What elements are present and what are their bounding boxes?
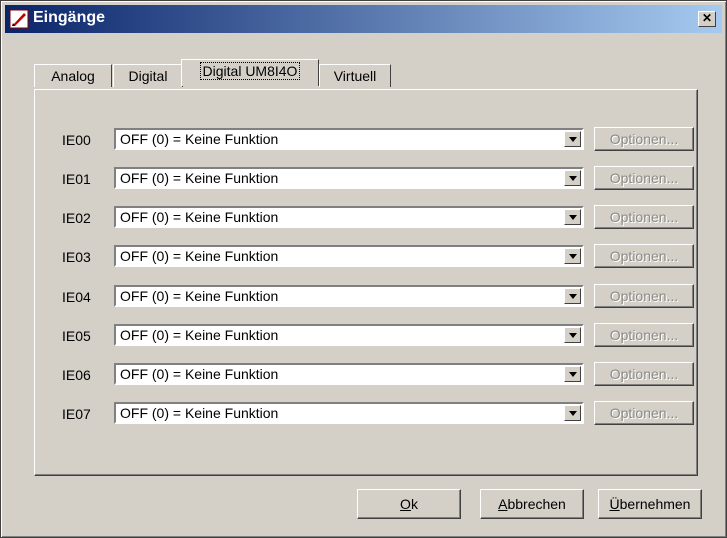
- app-icon: [9, 9, 29, 29]
- window-title: Eingänge: [33, 9, 106, 26]
- input-label-ie01: IE01: [62, 171, 91, 187]
- function-select-ie00[interactable]: OFF (0) = Keine Funktion: [114, 128, 584, 150]
- input-label-ie05: IE05: [62, 328, 91, 344]
- input-label-ie06: IE06: [62, 367, 91, 383]
- chevron-down-icon[interactable]: [564, 327, 581, 343]
- options-button-ie03[interactable]: Optionen...: [594, 244, 694, 268]
- tab-label: Digital UM8I4O: [199, 62, 301, 80]
- tab-digital[interactable]: Digital: [113, 64, 183, 87]
- button-label: bbrechen: [507, 496, 566, 512]
- function-select-ie04[interactable]: OFF (0) = Keine Funktion: [114, 285, 584, 307]
- chevron-down-icon[interactable]: [564, 170, 581, 186]
- chevron-down-icon[interactable]: [564, 248, 581, 264]
- function-select-ie05[interactable]: OFF (0) = Keine Funktion: [114, 324, 584, 346]
- input-label-ie04: IE04: [62, 289, 91, 305]
- options-button-ie06[interactable]: Optionen...: [594, 362, 694, 386]
- chevron-down-icon[interactable]: [564, 366, 581, 382]
- tab-label: Digital: [128, 68, 168, 84]
- chevron-down-icon[interactable]: [564, 209, 581, 225]
- select-value: OFF (0) = Keine Funktion: [120, 405, 279, 421]
- function-select-ie02[interactable]: OFF (0) = Keine Funktion: [114, 206, 584, 228]
- close-button[interactable]: ✕: [698, 11, 716, 27]
- options-button-ie02[interactable]: Optionen...: [594, 205, 694, 229]
- tab-digital-um8i4o[interactable]: Digital UM8I4O: [181, 59, 319, 86]
- function-select-ie06[interactable]: OFF (0) = Keine Funktion: [114, 363, 584, 385]
- options-button-ie07[interactable]: Optionen...: [594, 401, 694, 425]
- ok-button[interactable]: Ok: [357, 489, 461, 519]
- options-button-ie05[interactable]: Optionen...: [594, 323, 694, 347]
- options-button-ie01[interactable]: Optionen...: [594, 166, 694, 190]
- select-value: OFF (0) = Keine Funktion: [120, 209, 279, 225]
- input-label-ie07: IE07: [62, 406, 91, 422]
- chevron-down-icon[interactable]: [564, 131, 581, 147]
- mnemonic: Ü: [609, 496, 620, 512]
- select-value: OFF (0) = Keine Funktion: [120, 366, 279, 382]
- input-label-ie03: IE03: [62, 249, 91, 265]
- select-value: OFF (0) = Keine Funktion: [120, 170, 279, 186]
- button-label: bernehmen: [619, 496, 691, 512]
- tab-label: Analog: [51, 68, 95, 84]
- options-button-ie00[interactable]: Optionen...: [594, 127, 694, 151]
- function-select-ie03[interactable]: OFF (0) = Keine Funktion: [114, 245, 584, 267]
- mnemonic: O: [400, 496, 411, 512]
- title-bar[interactable]: Eingänge ✕: [5, 5, 722, 33]
- select-value: OFF (0) = Keine Funktion: [120, 248, 279, 264]
- tab-label: Virtuell: [333, 68, 377, 84]
- chevron-down-icon[interactable]: [564, 405, 581, 421]
- select-value: OFF (0) = Keine Funktion: [120, 131, 279, 147]
- chevron-down-icon[interactable]: [564, 288, 581, 304]
- input-label-ie02: IE02: [62, 210, 91, 226]
- function-select-ie01[interactable]: OFF (0) = Keine Funktion: [114, 167, 584, 189]
- dialog-window: Eingänge ✕ Analog Digital Digital UM8I4O…: [0, 0, 727, 538]
- options-button-ie04[interactable]: Optionen...: [594, 284, 694, 308]
- close-icon: ✕: [701, 11, 713, 25]
- cancel-button[interactable]: Abbrechen: [480, 489, 584, 519]
- select-value: OFF (0) = Keine Funktion: [120, 327, 279, 343]
- select-value: OFF (0) = Keine Funktion: [120, 288, 279, 304]
- tab-virtuell[interactable]: Virtuell: [319, 64, 391, 87]
- button-label: k: [410, 496, 418, 512]
- input-label-ie00: IE00: [62, 132, 91, 148]
- tab-analog[interactable]: Analog: [34, 64, 112, 87]
- apply-button[interactable]: Übernehmen: [598, 489, 702, 519]
- function-select-ie07[interactable]: OFF (0) = Keine Funktion: [114, 402, 584, 424]
